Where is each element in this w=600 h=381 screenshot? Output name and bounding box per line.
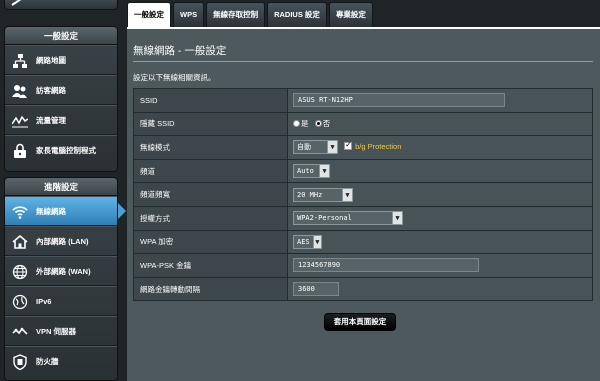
advanced-panel: 進階設定 無線網路 內部網路 (LAN) 外部網路 (WAN) IPv6 VPN… — [4, 177, 118, 381]
sidebar-top-item[interactable] — [4, 0, 118, 10]
sidebar-item-label: 內部網路 (LAN) — [36, 237, 89, 246]
network-map-icon — [13, 54, 27, 68]
wpa-encryption-value: AES — [297, 237, 310, 246]
chevron-down-icon: ▼ — [319, 165, 329, 178]
hide-ssid-yes-radio[interactable] — [293, 120, 300, 128]
row-bandwidth: 頻道頻寬 20 MHz ▼ — [133, 182, 593, 207]
guest-network-icon — [12, 85, 27, 98]
settings-table: SSID ASUS RT-N12HP 隱藏 SSID 是 否 無線模式 自動 ▼ … — [133, 88, 593, 302]
bg-protection-label: b/g Protection — [355, 142, 402, 152]
page-description: 設定以下無線相關資訊。 — [133, 73, 216, 82]
sidebar-item-label: 網路地圖 — [36, 56, 66, 65]
firewall-shield-icon — [13, 354, 27, 370]
ssid-label: SSID — [133, 88, 288, 113]
hide-ssid-no-radio[interactable] — [314, 120, 322, 128]
bandwidth-select[interactable]: 20 MHz ▼ — [293, 187, 353, 202]
page-title: 無線網路 - 一般設定 — [133, 45, 227, 57]
sidebar-item-lan[interactable]: 內部網路 (LAN) — [5, 226, 117, 256]
tab-radius[interactable]: RADIUS 設定 — [267, 2, 327, 27]
chevron-down-icon: ▼ — [392, 212, 402, 225]
title-divider — [133, 61, 593, 62]
traffic-manager-icon — [12, 115, 28, 128]
sidebar-item-label: 家長電腦控制程式 — [36, 146, 96, 155]
bandwidth-value: 20 MHz — [297, 190, 323, 199]
sidebar-item-guest-network[interactable]: 訪客網路 — [5, 75, 117, 105]
row-key-rotation: 網路金鑰轉動間隔 3600 — [133, 276, 593, 302]
ipv6-globe-icon — [12, 294, 28, 310]
sidebar: 一般設定 網路地圖 訪客網路 流量管理 家長電腦控制程式 進階設定 無線網路 內… — [0, 0, 126, 381]
tool-icon — [11, 0, 22, 6]
psk-label: WPA-PSK 金鑰 — [133, 253, 288, 278]
row-auth-method: 授權方式 WPA2-Personal ▼ — [133, 205, 593, 231]
wpa-encryption-label: WPA 加密 — [133, 229, 288, 255]
main-content: 無線網路 - 一般設定 設定以下無線相關資訊。 SSID ASUS RT-N12… — [127, 27, 600, 381]
wireless-mode-label: 無線模式 — [133, 135, 288, 160]
chevron-down-icon: ▼ — [342, 188, 352, 201]
row-psk: WPA-PSK 金鑰 1234567890 — [133, 253, 593, 278]
sidebar-item-firewall[interactable]: 防火牆 — [5, 346, 117, 376]
hide-ssid-label: 隱藏 SSID — [133, 111, 288, 137]
sidebar-item-vpn[interactable]: VPN 伺服器 — [5, 316, 117, 346]
advanced-header: 進階設定 — [5, 178, 117, 196]
sidebar-item-traffic-manager[interactable]: 流量管理 — [5, 105, 117, 135]
sidebar-item-label: 外部網路 (WAN) — [36, 267, 91, 276]
row-wpa-encryption: WPA 加密 AES ▼ — [133, 229, 593, 255]
sidebar-item-label: 防火牆 — [36, 357, 59, 366]
bandwidth-label: 頻道頻寬 — [133, 182, 288, 207]
parental-control-icon — [14, 143, 26, 158]
channel-value: Auto — [297, 167, 314, 176]
chevron-down-icon: ▼ — [327, 141, 337, 154]
wireless-mode-select[interactable]: 自動 ▼ — [293, 140, 338, 155]
auth-method-value: WPA2-Personal — [297, 214, 352, 223]
wpa-encryption-select[interactable]: AES ▼ — [293, 234, 322, 249]
sidebar-item-label: VPN 伺服器 — [36, 327, 77, 336]
psk-input[interactable]: 1234567890 — [293, 258, 479, 273]
globe-wan-icon — [12, 264, 28, 280]
sidebar-item-ipv6[interactable]: IPv6 — [5, 286, 117, 316]
home-lan-icon — [12, 234, 28, 249]
tab-bar: 一般設定 WPS 無線存取控制 RADIUS 設定 專業設定 — [127, 2, 375, 28]
row-wireless-mode: 無線模式 自動 ▼ b/g Protection — [133, 135, 593, 160]
row-hide-ssid: 隱藏 SSID 是 否 — [133, 111, 593, 137]
tab-access-control[interactable]: 無線存取控制 — [206, 2, 266, 27]
auth-method-select[interactable]: WPA2-Personal ▼ — [293, 211, 403, 226]
sidebar-item-label: 訪客網路 — [36, 86, 66, 95]
vpn-icon — [12, 327, 28, 335]
bg-protection-checkbox[interactable] — [344, 140, 353, 151]
sidebar-item-wireless[interactable]: 無線網路 — [5, 196, 117, 226]
sidebar-item-label: IPv6 — [36, 297, 52, 306]
hide-ssid-yes-label: 是 — [301, 119, 309, 129]
tab-professional[interactable]: 專業設定 — [328, 2, 373, 27]
tab-wps[interactable]: WPS — [173, 2, 205, 27]
sidebar-item-label: 流量管理 — [36, 116, 66, 125]
sidebar-item-network-map[interactable]: 網路地圖 — [5, 45, 117, 75]
ssid-input[interactable]: ASUS RT-N12HP — [293, 93, 505, 108]
wireless-mode-value: 自動 — [297, 143, 311, 152]
general-header: 一般設定 — [5, 27, 117, 45]
sidebar-item-parental-control[interactable]: 家長電腦控制程式 — [5, 135, 117, 165]
tab-general[interactable]: 一般設定 — [127, 2, 171, 27]
row-ssid: SSID ASUS RT-N12HP — [133, 88, 593, 113]
chevron-down-icon: ▼ — [312, 235, 321, 248]
general-panel: 一般設定 網路地圖 訪客網路 流量管理 家長電腦控制程式 — [4, 26, 118, 172]
apply-button[interactable]: 套用本頁面設定 — [324, 313, 396, 331]
auth-method-label: 授權方式 — [133, 205, 288, 231]
sidebar-item-wan[interactable]: 外部網路 (WAN) — [5, 256, 117, 286]
channel-select[interactable]: Auto ▼ — [293, 164, 330, 179]
hide-ssid-no-label: 否 — [322, 119, 331, 129]
sidebar-item-label: 無線網路 — [36, 207, 66, 216]
key-rotation-input[interactable]: 3600 — [293, 282, 339, 297]
active-item-pointer — [118, 203, 126, 219]
row-channel: 頻道 Auto ▼ — [133, 158, 593, 184]
wireless-icon — [12, 206, 28, 219]
channel-label: 頻道 — [133, 158, 288, 184]
key-rotation-label: 網路金鑰轉動間隔 — [133, 276, 288, 302]
